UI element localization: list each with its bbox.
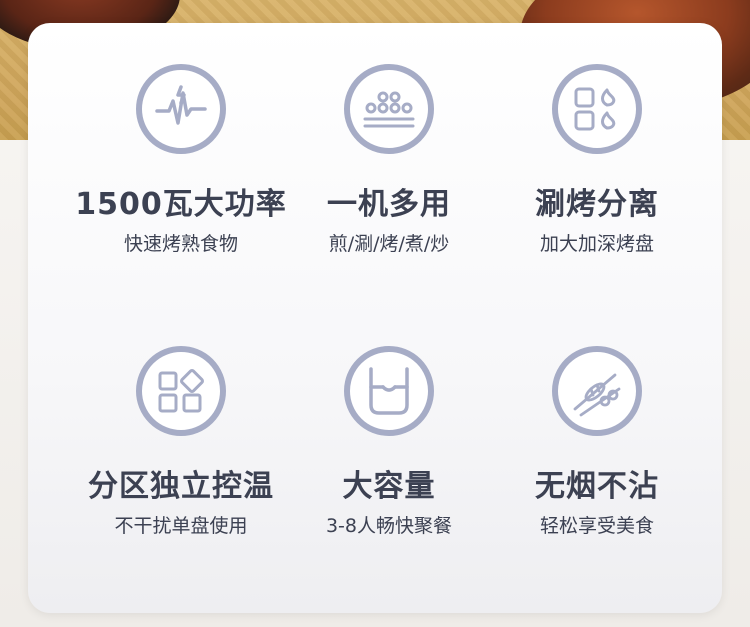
zone-blocks-icon bbox=[136, 346, 226, 436]
capacity-pot-icon bbox=[344, 346, 434, 436]
feature-subtitle: 煎/涮/烤/煮/炒 bbox=[328, 233, 450, 255]
power-pulse-icon bbox=[136, 64, 226, 154]
skewer-icon bbox=[552, 346, 642, 436]
feature-title: 分区独立控温 bbox=[88, 469, 274, 504]
feature-title: 1500瓦大功率 bbox=[75, 187, 287, 222]
grill-flame-grid-icon bbox=[552, 64, 642, 154]
feature-subtitle: 快速烤熟食物 bbox=[123, 233, 238, 255]
multi-dots-tray-icon bbox=[344, 64, 434, 154]
feature-nonstick: 无烟不沾 轻松享受美食 bbox=[482, 346, 712, 538]
feature-subtitle: 轻松享受美食 bbox=[539, 515, 654, 537]
feature-power: 1500瓦大功率 快速烤熟食物 bbox=[66, 64, 296, 256]
feature-multi-use: 一机多用 煎/涮/烤/煮/炒 bbox=[274, 64, 504, 256]
feature-title: 一机多用 bbox=[327, 187, 451, 222]
feature-title: 涮烤分离 bbox=[535, 187, 659, 222]
feature-title: 无烟不沾 bbox=[535, 469, 659, 504]
feature-zone-control: 分区独立控温 不干扰单盘使用 bbox=[66, 346, 296, 538]
feature-capacity: 大容量 3-8人畅快聚餐 bbox=[274, 346, 504, 538]
feature-subtitle: 3-8人畅快聚餐 bbox=[325, 515, 453, 537]
feature-subtitle: 不干扰单盘使用 bbox=[114, 515, 248, 537]
feature-subtitle: 加大加深烤盘 bbox=[539, 233, 654, 255]
features-card: 1500瓦大功率 快速烤熟食物 一机多用 煎/涮/烤/煮/炒 涮烤分离 加大加深 bbox=[28, 23, 722, 613]
feature-separation: 涮烤分离 加大加深烤盘 bbox=[482, 64, 712, 256]
feature-title: 大容量 bbox=[342, 469, 436, 504]
